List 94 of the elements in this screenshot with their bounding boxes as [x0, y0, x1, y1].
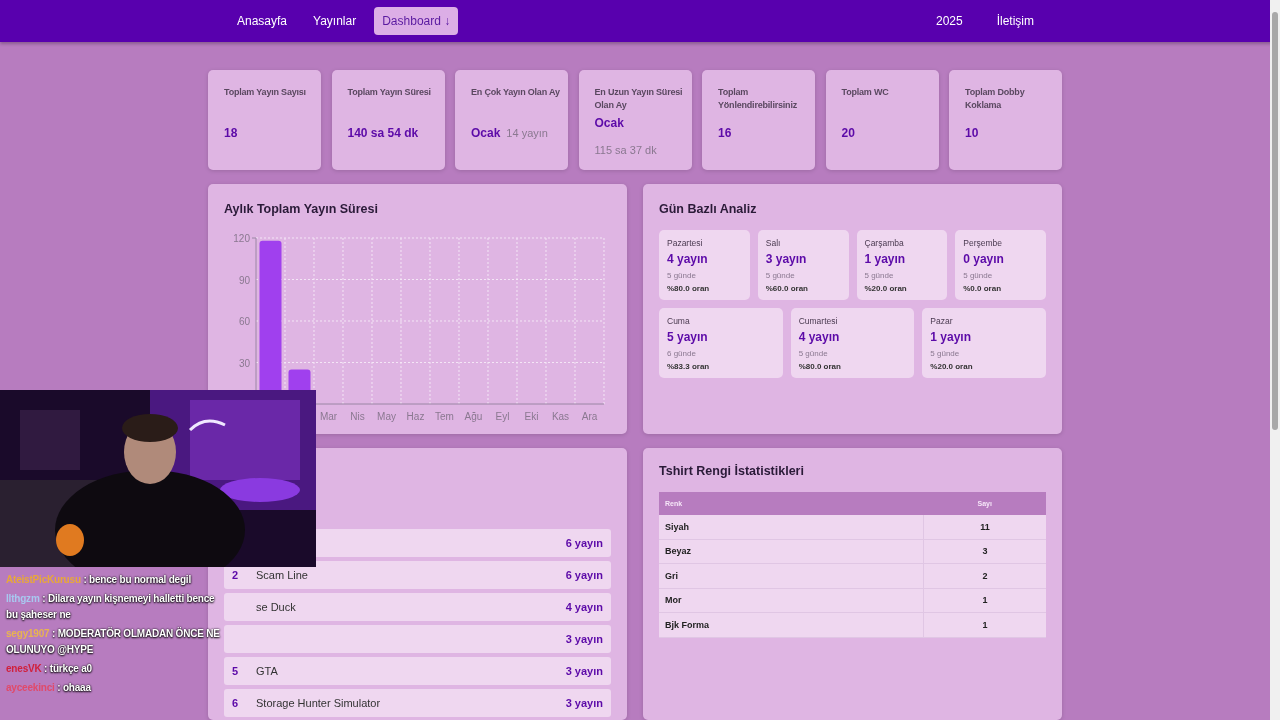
chat-message: AteistPicKurusu : bence bu normal degil [6, 573, 192, 587]
stat-value: 10 [965, 126, 979, 140]
stream-count: 6 yayın [565, 569, 603, 581]
stat-label: Toplam WC [841, 86, 890, 99]
axis-tick-label: Eyl [495, 411, 510, 422]
chat-message: enesVK : türkçe a0 [6, 662, 93, 676]
table-cell: Beyaz [659, 539, 924, 564]
table-cell: Siyah [659, 515, 924, 539]
ratio-text: %20.0 oran [864, 284, 908, 293]
day-count: 6 günde [667, 349, 697, 358]
axis-tick-label: Tem [435, 411, 454, 422]
stat-label: Toplam Yönlendirebilirsiniz [718, 86, 798, 112]
stream-count: 6 yayın [565, 537, 603, 549]
axis-tick-label: Kas [551, 411, 570, 422]
axis-tick-label: 120 [233, 233, 250, 244]
axis-tick-label: Nis [350, 411, 365, 422]
nav-link[interactable]: Anasayfa [229, 7, 296, 35]
day-name: Cuma [667, 316, 691, 326]
stream-count: 3 yayın [565, 697, 603, 709]
stat-label: En Uzun Yayın Süresi Olan Ay [594, 86, 684, 112]
stream-count: 3 yayın [565, 633, 603, 645]
scrollbar-thumb[interactable] [1272, 12, 1278, 430]
section-title: Gün Bazlı Analiz [659, 202, 758, 216]
ratio-text: %0.0 oran [963, 284, 1003, 293]
day-count: 5 günde [930, 349, 961, 358]
axis-tick-label: May [377, 411, 396, 422]
stat-value: 18 [224, 126, 238, 140]
stream-count: 3 yayın [565, 665, 603, 677]
table-cell: 1 [923, 612, 1046, 637]
stat-value: 16 [718, 126, 732, 140]
nav-link[interactable]: 2025 [927, 7, 971, 35]
day-name: Salı [765, 238, 782, 248]
table-cell: 11 [923, 515, 1046, 539]
game-name: se Duck [256, 601, 297, 613]
nav-link[interactable]: Yayınlar [305, 7, 365, 35]
stream-count: 0 yayın [963, 252, 1005, 266]
nav-link[interactable]: Dashboard ↓ [374, 7, 459, 35]
axis-tick-label: Eki [524, 411, 539, 422]
axis-tick-label: Haz [406, 411, 425, 422]
day-count: 5 günde [765, 271, 796, 280]
day-name: Cumartesi [798, 316, 839, 326]
game-name: Scam Line [256, 569, 309, 581]
table-cell: Bjk Forma [659, 612, 924, 637]
chat-message: llthgzm : Dilara yayın kişnemeyi halletti bence bu şaheser ne [6, 592, 216, 622]
table-cell: 3 [923, 539, 1046, 564]
stat-note: 115 sa 37 dk [594, 144, 657, 156]
table-cell: 2 [923, 563, 1046, 588]
stat-value: Ocak [594, 116, 624, 130]
ratio-text: %20.0 oran [930, 362, 974, 371]
ratio-text: %60.0 oran [765, 284, 809, 293]
stream-count: 1 yayın [930, 330, 973, 344]
day-count: 5 günde [864, 271, 895, 280]
rank-number: 2 [232, 569, 240, 581]
axis-tick-label: 30 [238, 357, 250, 369]
day-name: Pazartesi [667, 238, 704, 248]
game-name: GTA [256, 665, 279, 677]
day-count: 5 günde [963, 271, 994, 280]
stream-count: 4 yayın [667, 252, 709, 266]
stat-note: 14 yayın [506, 127, 548, 139]
table-cell: 1 [923, 588, 1046, 613]
ratio-text: %80.0 oran [667, 284, 711, 293]
game-name: Storage Hunter Simulator [256, 697, 382, 709]
stream-count: 3 yayın [765, 252, 808, 266]
axis-tick-label: 60 [238, 316, 250, 327]
day-name: Perşembe [963, 238, 1003, 248]
table-cell: Mor [659, 588, 924, 613]
nav-link[interactable]: İletişim [988, 7, 1042, 35]
stat-label: Toplam Yayın Sayısı [224, 86, 307, 99]
stat-value: Ocak [471, 126, 501, 140]
axis-tick-label: 90 [238, 274, 250, 286]
chat-message: ayceekinci : ohaaa [6, 681, 92, 695]
stream-count: 4 yayın [565, 601, 603, 613]
rank-number: 6 [232, 697, 240, 709]
axis-tick-label: Ara [581, 411, 598, 422]
axis-tick-label: Mar [319, 411, 338, 422]
stat-label: Toplam Yayın Süresi [347, 86, 432, 99]
stream-count: 4 yayın [798, 330, 841, 344]
stat-label: Toplam Dobby Koklama [965, 86, 1026, 112]
ratio-text: %80.0 oran [798, 362, 842, 371]
section-title: Tshirt Rengi İstatistikleri [659, 464, 805, 478]
stat-value: 20 [841, 126, 855, 140]
day-count: 5 günde [798, 349, 829, 358]
axis-tick-label: Ağu [464, 411, 483, 422]
stat-label: En Çok Yayın Olan Ay [471, 86, 561, 99]
rank-number: 5 [232, 665, 240, 677]
table-cell: Gri [659, 563, 924, 588]
day-name: Pazar [930, 316, 954, 326]
day-name: Çarşamba [864, 238, 905, 248]
ratio-text: %83.3 oran [667, 362, 711, 371]
day-count: 5 günde [667, 271, 697, 280]
chart-title: Aylık Toplam Yayın Süresi [224, 202, 379, 216]
stream-count: 5 yayın [667, 330, 709, 344]
stat-value: 140 sa 54 dk [347, 126, 419, 140]
stream-count: 1 yayın [864, 252, 907, 266]
